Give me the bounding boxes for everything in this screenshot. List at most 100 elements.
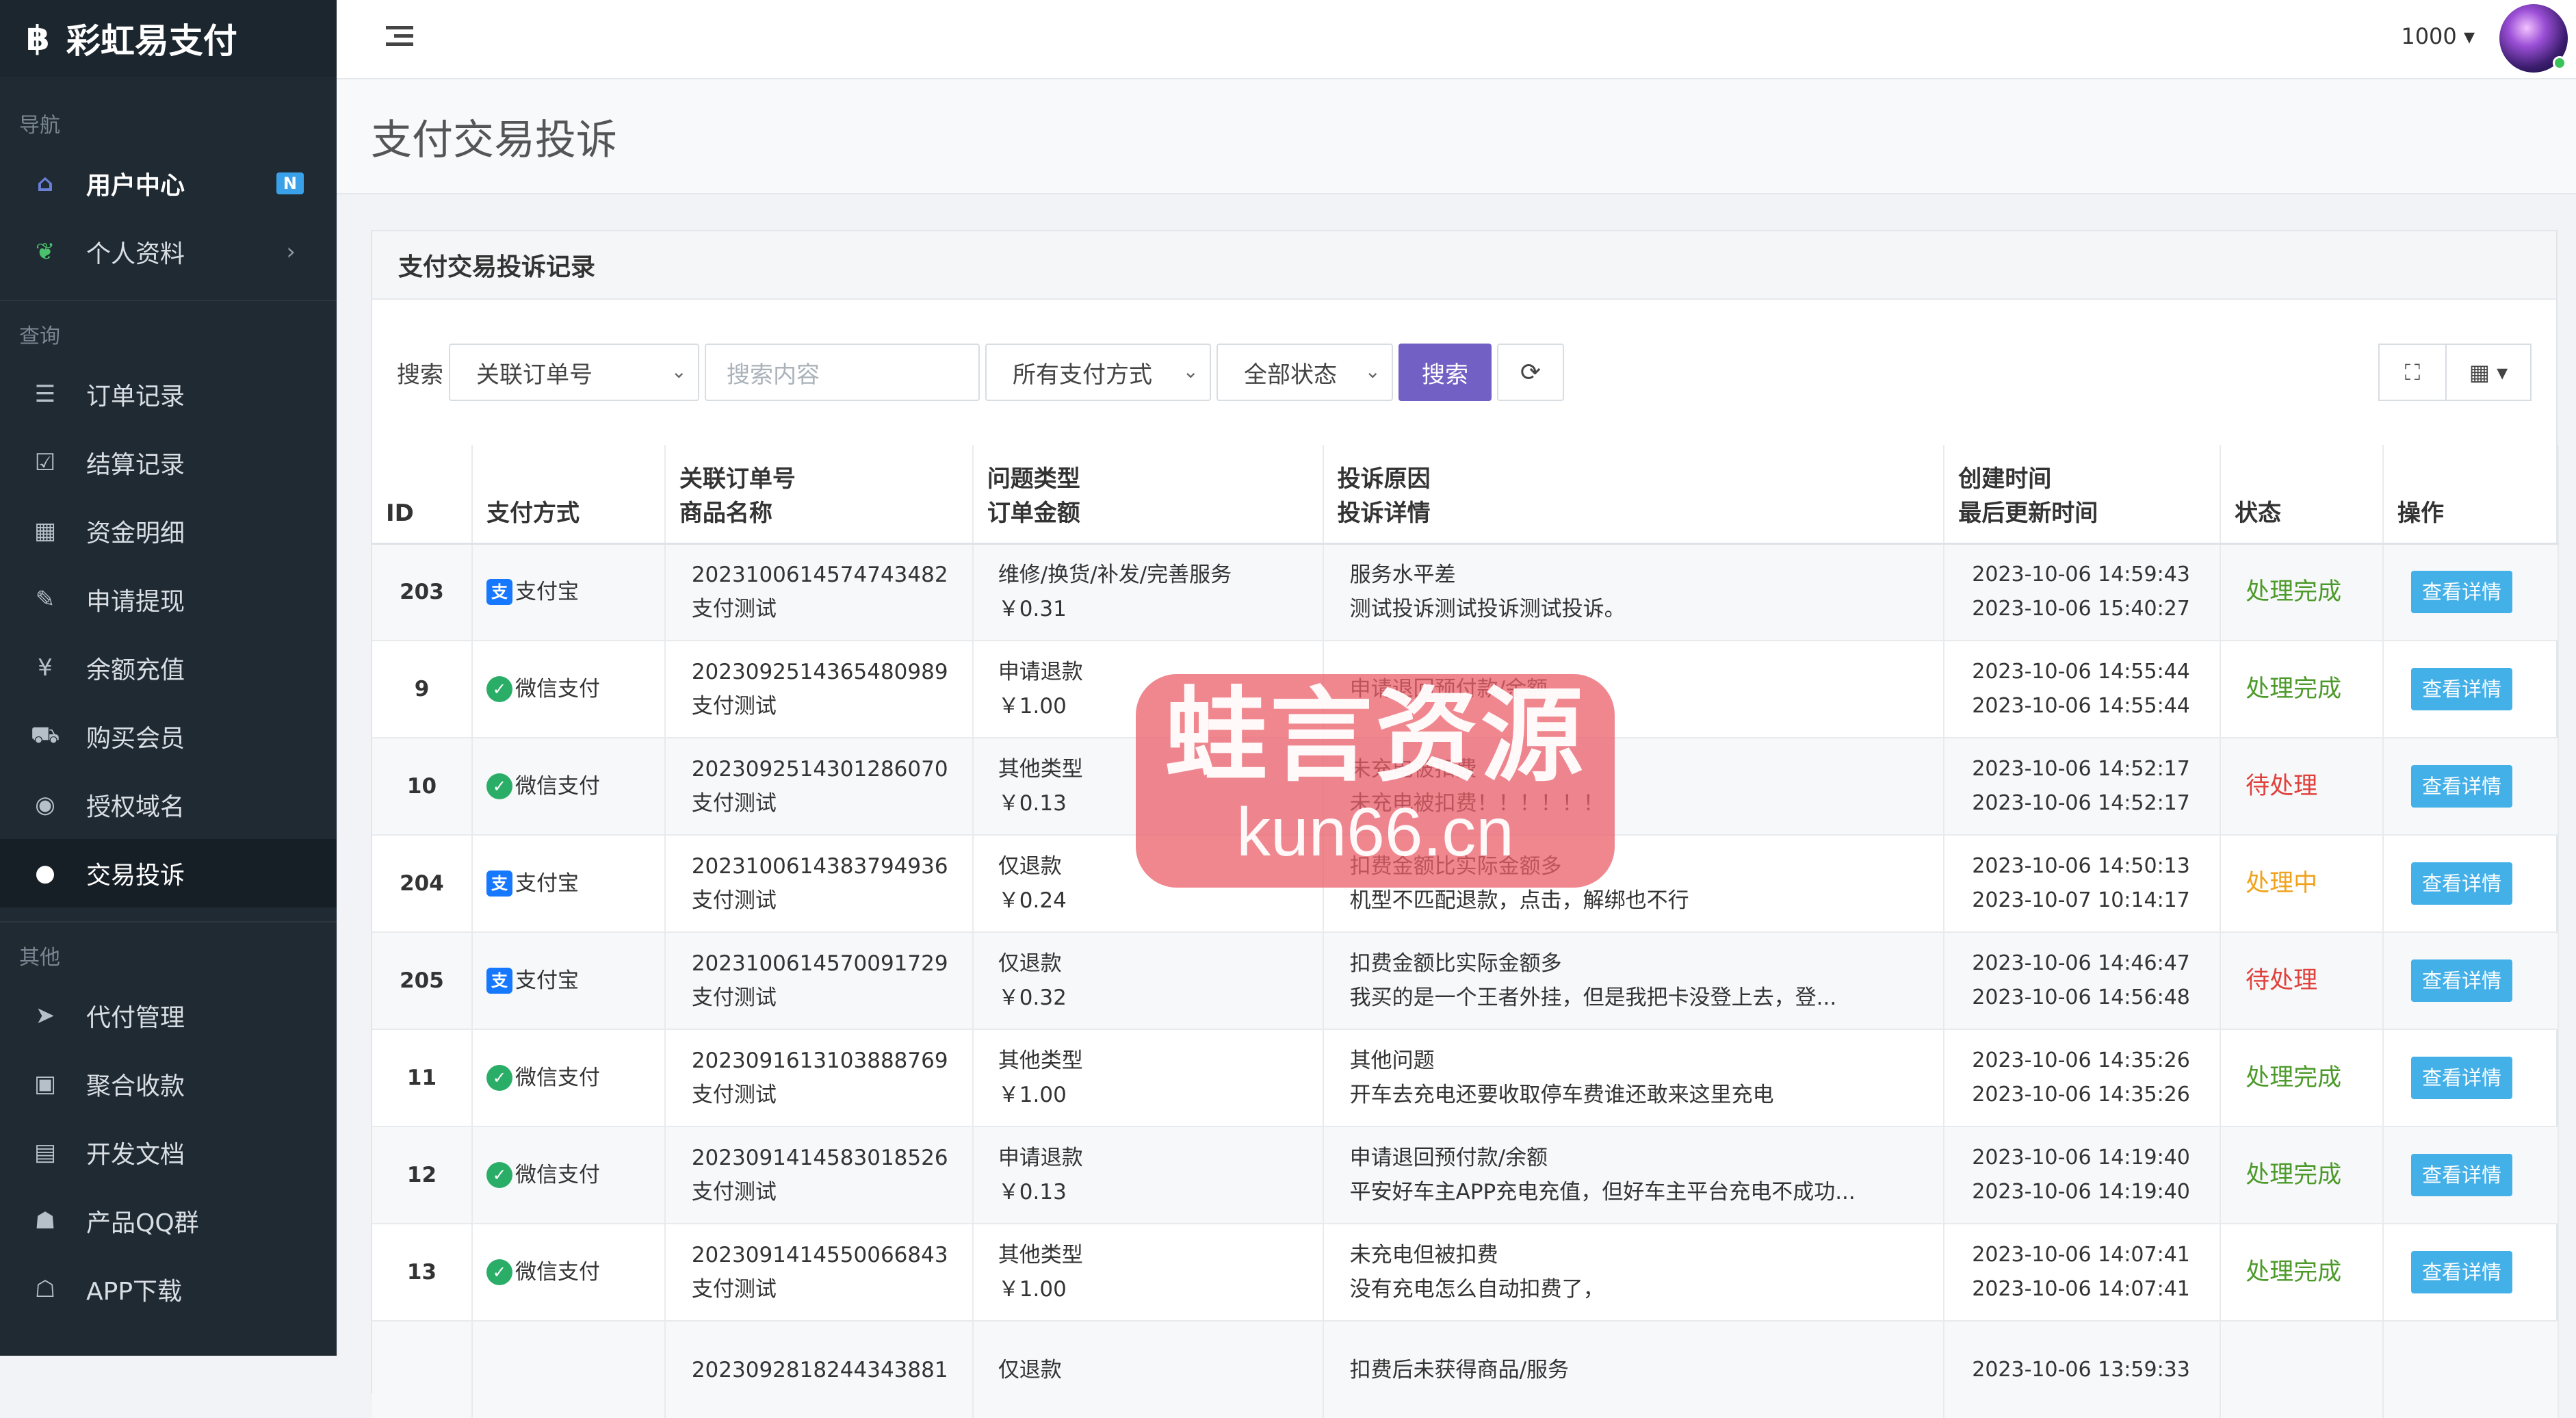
product-name: 支付测试 [691,985,777,1010]
created-time: 2023-10-06 14:59:43 [1972,563,2190,587]
sidebar-item-label: 结算记录 [86,451,185,479]
search-placeholder: 搜索内容 [727,361,820,389]
yen-icon: ¥ [38,654,53,682]
cell-id: 204 [372,834,473,932]
columns-toggle-icon[interactable]: ▦ ▾ [2447,344,2532,401]
view-detail-button[interactable]: 查看详情 [2411,571,2513,614]
qrcode-icon: ▣ [34,1070,57,1098]
sidebar-item[interactable]: ◉ 授权域名 [0,771,337,839]
col-id[interactable]: ID [372,445,473,545]
sidebar-item[interactable]: ☰ 订单记录 [0,360,337,428]
product-name: 支付测试 [691,1180,777,1204]
cell-status: 处理完成 [2220,1223,2384,1321]
cell-status: 处理完成 [2220,1126,2384,1224]
alipay-icon: 支 [486,578,512,605]
view-detail-button[interactable]: 查看详情 [2411,959,2513,1002]
updated-time: 2023-10-06 14:55:44 [1972,694,2190,718]
product-name: 支付测试 [691,694,777,719]
cell-time: 2023-10-06 14:19:40 2023-10-06 14:19:40 [1944,1126,2222,1224]
view-detail-button[interactable]: 查看详情 [2411,1154,2513,1196]
cell-paytype: ✓ 微信支付 [471,1029,666,1126]
sidebar-item[interactable]: ● 交易投诉 [0,839,337,907]
cell-paytype: ✓ 微信支付 [471,640,666,738]
cell-type: 其他类型 ￥1.00 [972,1029,1324,1126]
sidebar-nav: 导航 ⌂ 用户中心 N ❦ 个人资料 › 查询 ☰ 订单记录 ☑ 结算记录 ▦ 资金明细 ✎ 申请提现 ¥ 余额充… [0,77,337,1324]
sidebar-item[interactable]: ➤ 代付管理 [0,981,337,1050]
cell-order: 2023092514301286070 支付测试 [664,737,974,835]
sidebar-item[interactable]: ☗ 产品QQ群 [0,1187,337,1255]
view-detail-button[interactable]: 查看详情 [2411,765,2513,808]
cell-reason: 扣费后未获得商品/服务 [1323,1320,1945,1418]
sidebar-item[interactable]: ☑ 结算记录 [0,428,337,497]
cell-id: 11 [372,1029,473,1126]
view-detail-button[interactable]: 查看详情 [2411,1057,2513,1099]
sidebar-item[interactable]: ❦ 个人资料 › [0,218,337,286]
cell-id: 205 [372,931,473,1029]
cell-status: 处理完成 [2220,543,2384,641]
sidebar-item[interactable]: ☖ APP下载 [0,1255,337,1324]
sidebar-item-label: 开发文档 [86,1141,185,1169]
sidebar-item[interactable]: ▣ 聚合收款 [0,1050,337,1118]
table-row: 2023092818244343881 仅退款 扣费后未获得商品/服务 2023-10… [372,1320,2559,1418]
created-time: 2023-10-06 14:50:13 [1972,854,2190,878]
wechat-icon: ✓ [486,675,512,702]
cell-type: 仅退款 [972,1320,1324,1418]
col-paytype[interactable]: 支付方式 [471,445,666,545]
sidebar-item[interactable]: ⌂ 用户中心 N [0,149,337,218]
complaint-reason: 扣费后未获得商品/服务 [1349,1357,1570,1382]
paytype-select[interactable]: 所有支付方式 ⌄ [985,344,1211,401]
sidebar-item[interactable]: ▦ 资金明细 [0,497,337,565]
complaint-detail: 开车去充电还要收取停车费谁还敢来这里充电 [1349,1083,1774,1107]
status-label: 待处理 [2246,772,2318,800]
search-field-select[interactable]: 关联订单号 ⌄ [449,344,699,401]
order-amount: ￥0.31 [998,597,1067,622]
search-button[interactable]: 搜索 [1398,344,1492,401]
col-type[interactable]: 问题类型 订单金额 [972,445,1324,545]
created-time: 2023-10-06 14:52:17 [1972,757,2190,781]
globe-icon: ◉ [35,791,55,818]
complaint-detail: 平安好车主APP充电充值，但好车主平台充电不成功... [1349,1180,1856,1204]
cell-order: 2023091414583018526 支付测试 [664,1126,974,1224]
view-detail-button[interactable]: 查看详情 [2411,862,2513,905]
sidebar-item-label: 聚合收款 [86,1072,185,1100]
sidebar-item-label: 资金明细 [86,519,185,547]
status-select[interactable]: 全部状态 ⌄ [1217,344,1393,401]
sidebar-item[interactable]: ¥ 余额充值 [0,634,337,702]
paytype-label: 支付宝 [515,580,579,605]
sidebar-item[interactable]: ⛟ 购买会员 [0,702,337,771]
view-detail-button[interactable]: 查看详情 [2411,668,2513,710]
chevron-down-icon: ⌄ [671,360,687,383]
refresh-icon[interactable]: ⟳ [1497,344,1564,401]
top-bar: 1000 ▾ [337,0,2576,79]
created-time: 2023-10-06 14:07:41 [1972,1243,2190,1267]
brand-name: 彩虹易支付 [66,21,237,61]
cell-time: 2023-10-06 14:55:44 2023-10-06 14:55:44 [1944,640,2222,738]
complaint-reason: 申请退回预付款/余额 [1349,1146,1548,1170]
complaint-detail: 没有充电怎么自动扣费了， [1349,1277,1604,1302]
cell-paytype: 支支付宝 [471,931,666,1029]
search-input[interactable]: 搜索内容 [705,344,980,401]
sidebar-item-label: 订单记录 [86,383,185,411]
table-row: 203 支支付宝 2023100614574743482 支付测试 维修/换货/补发/完… [372,543,2559,641]
col-reason[interactable]: 投诉原因 投诉详情 [1323,445,1945,545]
sidebar-item-label: 购买会员 [86,725,185,753]
created-time: 2023-10-06 14:46:47 [1972,951,2190,975]
table-row: 12 ✓ 微信支付 2023091414583018526 支付测试 申请退款 ￥0.13 申… [372,1126,2559,1224]
sidebar-item[interactable]: ▤ 开发文档 [0,1118,337,1187]
menu-toggle-icon[interactable] [386,26,413,51]
col-time[interactable]: 创建时间 最后更新时间 [1944,445,2222,545]
view-detail-button[interactable]: 查看详情 [2411,1251,2513,1293]
chevron-down-icon: ⌄ [1182,360,1199,383]
col-status[interactable]: 状态 [2220,445,2384,545]
user-menu[interactable]: 1000 ▾ [2401,23,2475,49]
col-order[interactable]: 关联订单号 商品名称 [664,445,974,545]
brand[interactable]: ฿ 彩虹易支付 [0,0,337,77]
sidebar-item[interactable]: ✎ 申请提现 [0,565,337,634]
cell-action: 查看详情 [2383,640,2559,738]
fullscreen-icon[interactable]: ⛶ [2378,344,2447,401]
sidebar-item-label: 交易投诉 [86,862,185,890]
status-label: 处理完成 [2246,675,2342,703]
cell-status [2220,1320,2384,1418]
wechat-icon: ✓ [486,773,512,799]
issue-type: 仅退款 [998,1357,1062,1382]
